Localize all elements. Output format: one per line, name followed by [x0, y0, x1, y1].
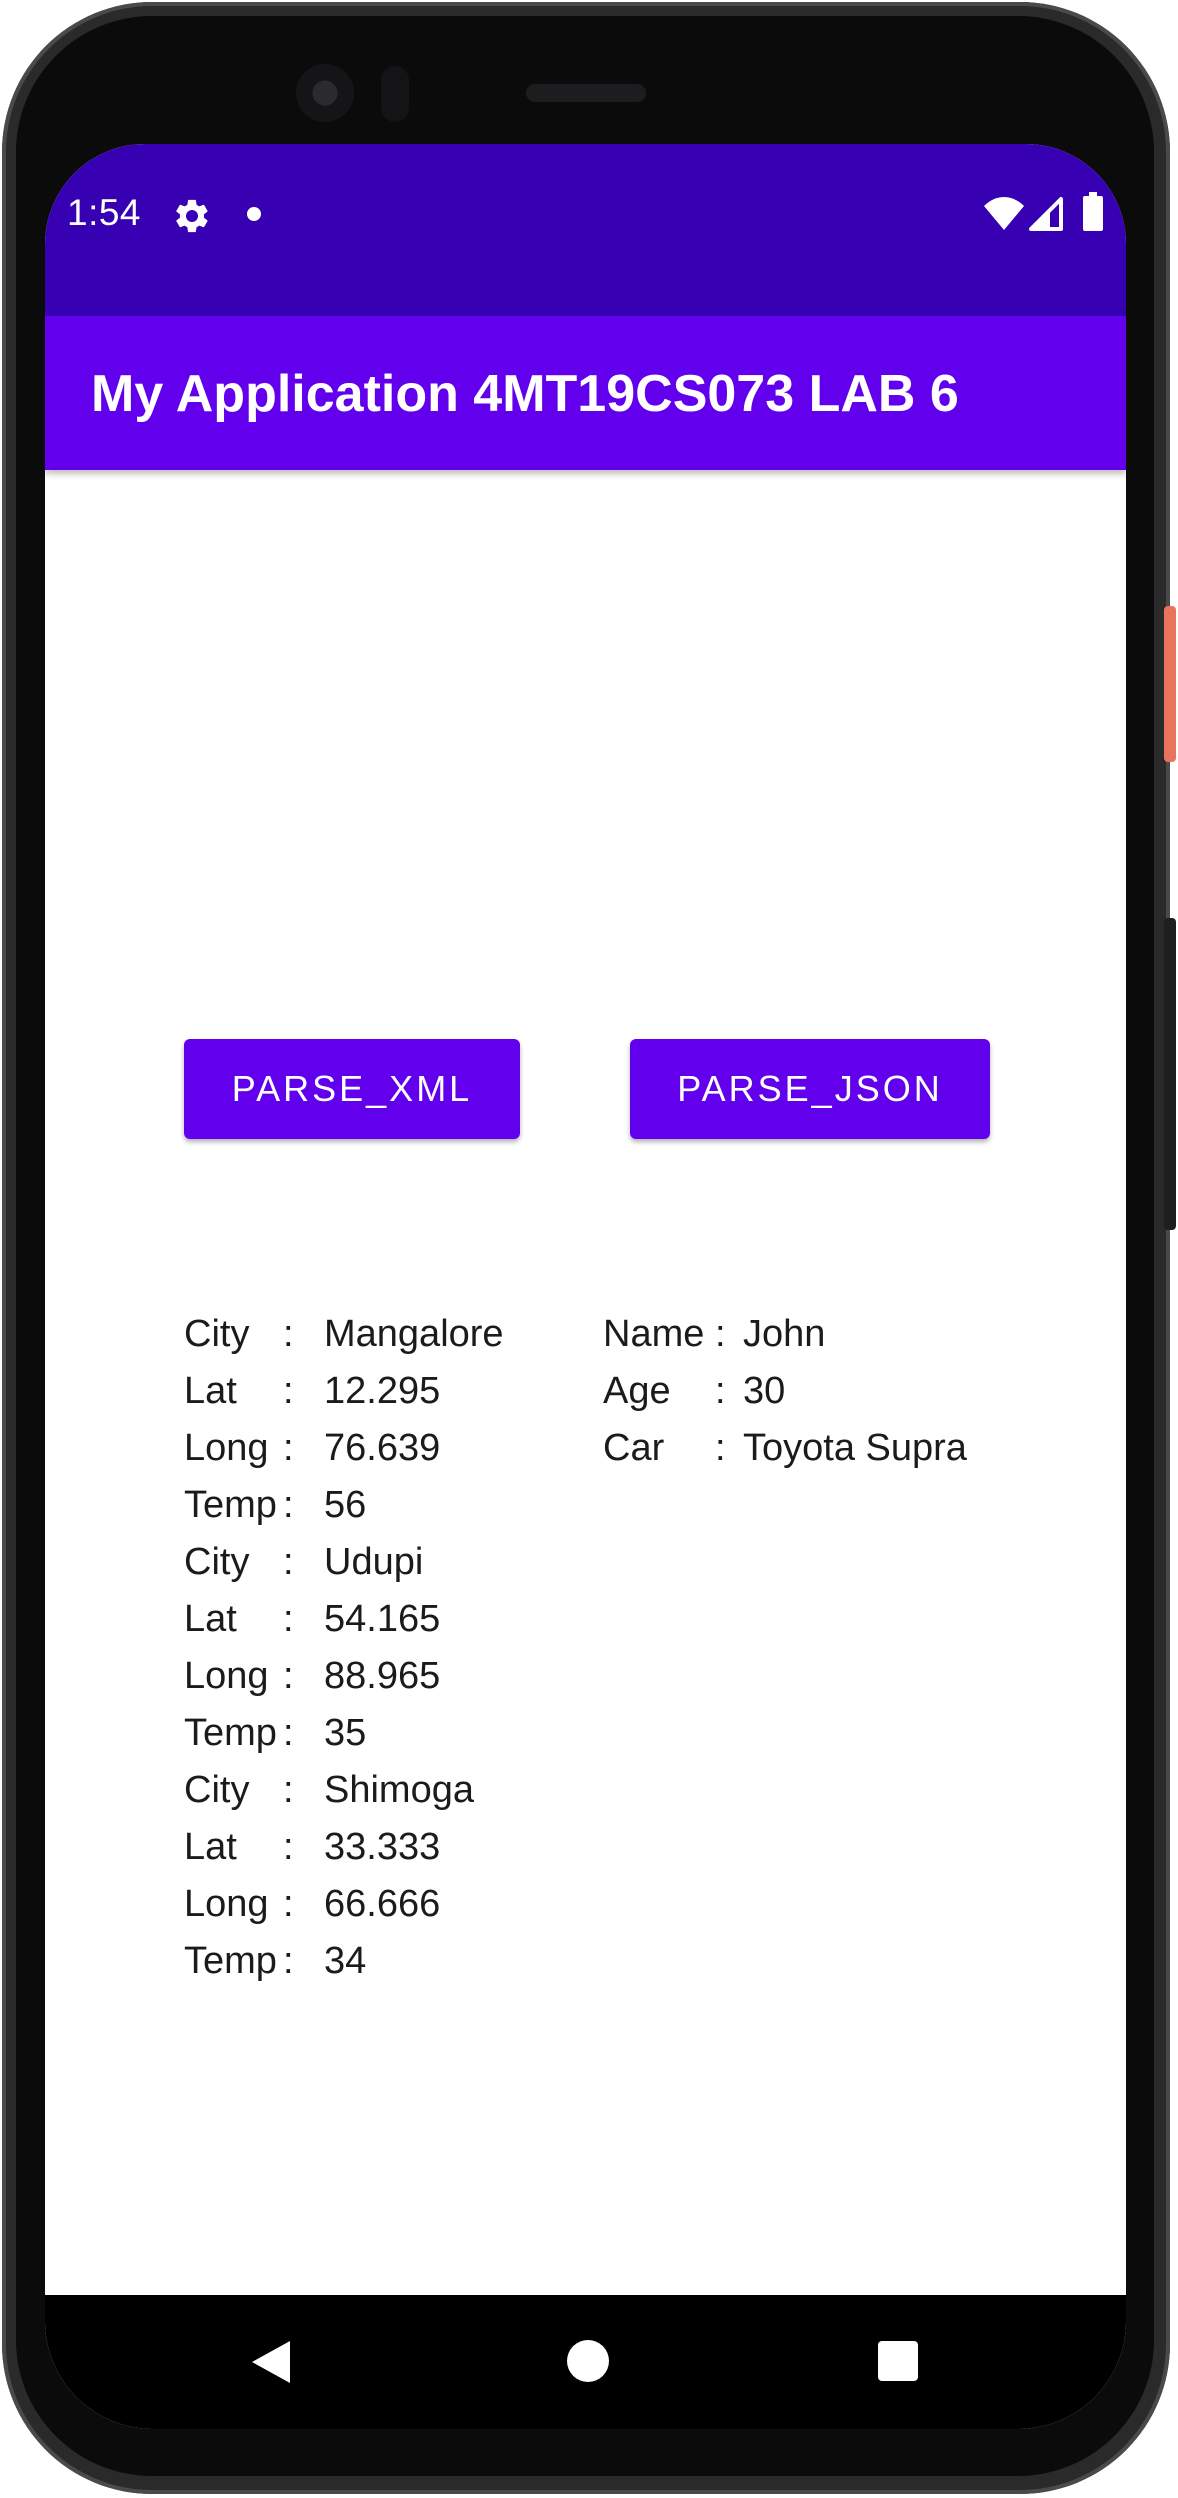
- xml-value: 34: [324, 1940, 367, 1982]
- separator: :: [283, 1883, 294, 1925]
- xml-key: Temp: [184, 1712, 277, 1754]
- xml-key: Long: [184, 1883, 269, 1925]
- xml-key: Temp: [184, 1484, 277, 1526]
- separator: :: [715, 1313, 726, 1355]
- xml-key: Long: [184, 1655, 269, 1697]
- sensor-icon: [381, 66, 409, 122]
- xml-value: Mangalore: [324, 1313, 504, 1355]
- xml-key: Temp: [184, 1940, 277, 1982]
- json-key: Name: [603, 1313, 705, 1355]
- json-key: Car: [603, 1427, 665, 1469]
- xml-value: 12.295: [324, 1370, 441, 1412]
- xml-value: 56: [324, 1484, 367, 1526]
- json-value: John: [743, 1313, 826, 1355]
- separator: :: [715, 1370, 726, 1412]
- xml-value: 33.333: [324, 1826, 441, 1868]
- recents-icon[interactable]: [878, 2341, 918, 2381]
- xml-value: 54.165: [324, 1598, 441, 1640]
- separator: :: [283, 1769, 294, 1811]
- xml-value: 66.666: [324, 1883, 441, 1925]
- xml-value: Udupi: [324, 1541, 424, 1583]
- gear-icon: [176, 199, 208, 233]
- xml-key: Lat: [184, 1598, 237, 1640]
- screen: 1:54 My Application 4MT19CS073 LAB 6 PAR…: [45, 144, 1126, 2429]
- separator: :: [283, 1313, 294, 1355]
- separator: :: [283, 1826, 294, 1868]
- separator: :: [283, 1484, 294, 1526]
- xml-key: Lat: [184, 1370, 237, 1412]
- xml-key: City: [184, 1769, 250, 1811]
- json-key: Age: [603, 1370, 671, 1412]
- wifi-icon: [984, 197, 1024, 230]
- separator: :: [283, 1598, 294, 1640]
- parse-json-button[interactable]: PARSE_JSON: [630, 1039, 990, 1139]
- separator: :: [283, 1427, 294, 1469]
- xml-value: 88.965: [324, 1655, 441, 1697]
- parse-xml-button[interactable]: PARSE_XML: [184, 1039, 520, 1139]
- home-icon[interactable]: [567, 2340, 609, 2382]
- earpiece-speaker: [526, 84, 646, 102]
- battery-icon: [1083, 192, 1103, 231]
- separator: :: [283, 1712, 294, 1754]
- xml-key: Lat: [184, 1826, 237, 1868]
- xml-key: City: [184, 1313, 250, 1355]
- navigation-bar: [45, 2295, 1126, 2429]
- xml-key: Long: [184, 1427, 269, 1469]
- xml-value: 76.639: [324, 1427, 441, 1469]
- back-icon[interactable]: [250, 2339, 292, 2385]
- json-value: 30: [743, 1370, 786, 1412]
- separator: :: [283, 1655, 294, 1697]
- xml-key: City: [184, 1541, 250, 1583]
- status-time: 1:54: [67, 192, 142, 233]
- page-title: My Application 4MT19CS073 LAB 6: [91, 365, 959, 423]
- separator: :: [715, 1427, 726, 1469]
- power-button: [1164, 606, 1176, 762]
- status-bar: 1:54: [45, 144, 1126, 316]
- xml-value: 35: [324, 1712, 367, 1754]
- json-value: Toyota Supra: [743, 1427, 967, 1469]
- volume-button: [1164, 918, 1176, 1230]
- device-frame: 1:54 My Application 4MT19CS073 LAB 6 PAR…: [0, 0, 1178, 2498]
- separator: :: [283, 1541, 294, 1583]
- separator: :: [283, 1940, 294, 1982]
- app-bar: My Application 4MT19CS073 LAB 6: [45, 316, 1126, 470]
- notification-dot-icon: [247, 207, 261, 221]
- separator: :: [283, 1370, 294, 1412]
- xml-value: Shimoga: [324, 1769, 474, 1811]
- front-camera-icon: [296, 64, 354, 122]
- signal-icon: [1029, 197, 1063, 231]
